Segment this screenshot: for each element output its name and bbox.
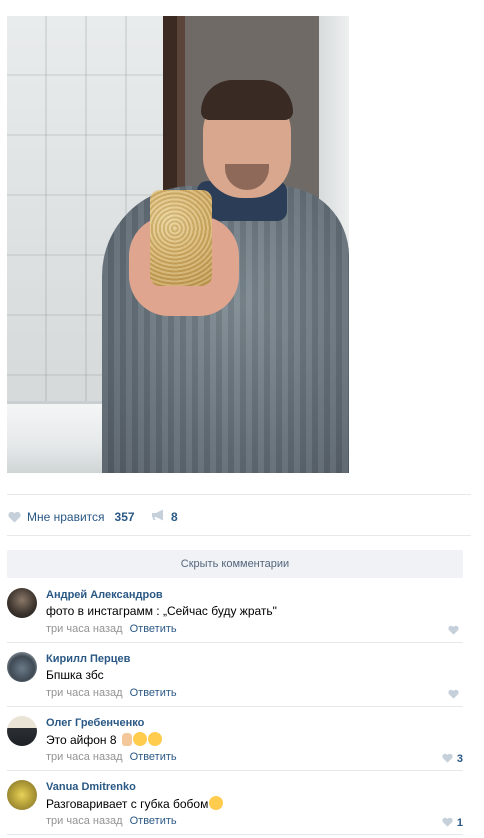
comment-text-body: Разговаривает с губка бобом [46, 797, 209, 811]
avatar[interactable] [7, 780, 37, 810]
heart-icon [448, 624, 459, 638]
comment-author[interactable]: Кирилл Перцев [46, 653, 130, 665]
comment-item: Vanua Dmitrenko Разговаривает с губка бо… [7, 772, 463, 835]
comment-meta: три часа назад Ответить [46, 815, 177, 827]
comment-author[interactable]: Олег Гребенченко [46, 717, 144, 729]
heart-icon [8, 511, 21, 523]
comment-text-body: Это айфон 8 [46, 733, 117, 747]
comment-text: Это айфон 8 [46, 732, 162, 747]
comment-meta: три часа назад Ответить [46, 687, 177, 699]
photo-hair [201, 80, 293, 120]
reply-button[interactable]: Ответить [130, 687, 177, 699]
like-count: 357 [114, 510, 135, 524]
comment-like-button[interactable]: 1 [442, 816, 463, 830]
comment-item: Андрей Александров фото в инстаграмм : „… [7, 580, 463, 643]
reply-button[interactable]: Ответить [130, 815, 177, 827]
comment-like-button[interactable] [448, 688, 463, 702]
comment-text: Разговаривает с губка бобом [46, 796, 224, 811]
smiling-face-emoji-icon [132, 732, 147, 746]
hide-comments-button[interactable]: Скрыть комментарии [7, 550, 463, 578]
comment-author[interactable]: Андрей Александров [46, 589, 163, 601]
comment-time[interactable]: три часа назад [46, 687, 123, 699]
heart-icon [442, 752, 453, 766]
comment-text: фото в инстаграмм : „Сейчас буду жрать" [46, 604, 277, 618]
reply-button[interactable]: Ответить [130, 751, 177, 763]
comment-author[interactable]: Vanua Dmitrenko [46, 781, 136, 793]
comment-item: Кирилл Перцев Бпшка збс три часа назад О… [7, 644, 463, 707]
heart-icon [442, 816, 453, 830]
laughing-face-emoji-icon [209, 796, 224, 810]
reply-button[interactable]: Ответить [130, 623, 177, 635]
post-photo[interactable] [7, 16, 349, 473]
post-actions-bar: Мне нравится 357 8 [7, 494, 471, 536]
comment-meta: три часа назад Ответить [46, 623, 177, 635]
photo-noodle-texture [150, 190, 212, 286]
avatar[interactable] [7, 716, 37, 746]
avatar[interactable] [7, 652, 37, 682]
comment-item: Олег Гребенченко Это айфон 8 три часа на… [7, 708, 463, 771]
avatar[interactable] [7, 588, 37, 618]
comment-time[interactable]: три часа назад [46, 815, 123, 827]
comment-like-count: 1 [456, 817, 463, 829]
share-button[interactable]: 8 [151, 509, 178, 524]
share-count: 8 [171, 509, 178, 524]
comment-text: Бпшка збс [46, 668, 104, 682]
comment-like-count: 3 [456, 753, 463, 765]
comment-like-button[interactable]: 3 [442, 752, 463, 766]
comment-like-button[interactable] [448, 624, 463, 638]
pointing-up-emoji-icon [121, 733, 132, 746]
like-button[interactable]: Мне нравится 357 [8, 509, 135, 525]
comment-time[interactable]: три часа назад [46, 751, 123, 763]
laughing-face-emoji-icon [147, 732, 162, 746]
comment-time[interactable]: три часа назад [46, 623, 123, 635]
megaphone-icon [151, 509, 165, 524]
heart-icon [448, 688, 459, 702]
like-label: Мне нравится [27, 510, 105, 524]
comment-meta: три часа назад Ответить [46, 751, 177, 763]
